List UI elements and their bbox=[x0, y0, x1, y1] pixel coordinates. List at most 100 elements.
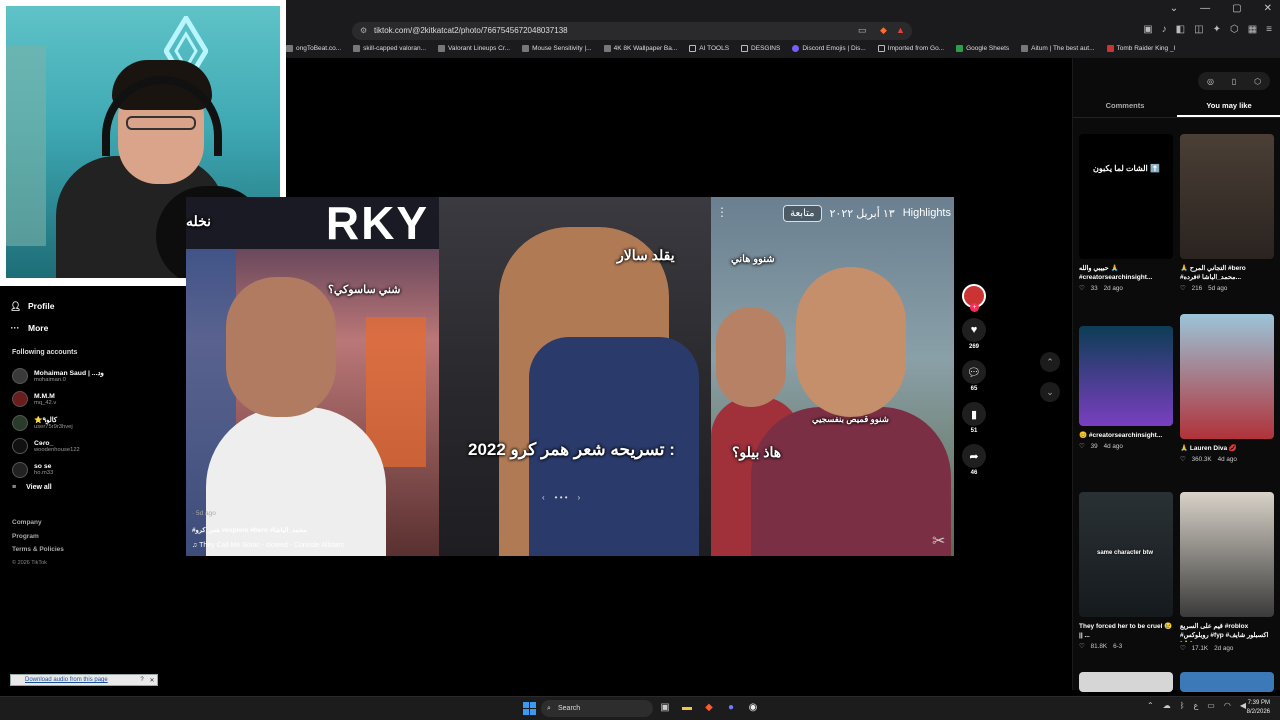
footer-terms-link[interactable]: Terms & Policies bbox=[12, 543, 64, 557]
nav-more[interactable]: ··· More bbox=[10, 317, 180, 339]
device-icon[interactable]: ▯ bbox=[1232, 77, 1236, 86]
share-button[interactable]: ➦ 46 bbox=[962, 444, 986, 476]
more-options-icon[interactable]: ⋮ bbox=[716, 205, 728, 219]
brave-shield-icon[interactable]: ◆ bbox=[880, 25, 887, 36]
recommended-video[interactable]: 😊 #creatorsearchinsight... ♡ 39 4d ago bbox=[1079, 326, 1173, 450]
extension-icon[interactable]: ▣ bbox=[1143, 24, 1152, 35]
following-account[interactable]: ⭐ﻛﺎﻟﻮ٩ user75r9r3hvej bbox=[12, 411, 172, 435]
next-post-button[interactable]: ⌄ bbox=[1040, 382, 1060, 402]
display-icon[interactable]: ▭ bbox=[1207, 701, 1215, 710]
avatar bbox=[12, 391, 28, 408]
cast-icon[interactable]: ▭ bbox=[858, 25, 867, 36]
post-hashtags[interactable]: #همر_كرو #explore #bero #محمد_الباشا bbox=[192, 526, 307, 534]
bookmark-item[interactable]: Aitum | The best aut... bbox=[1021, 44, 1095, 52]
bookmark-item[interactable]: Imported from Go... bbox=[877, 44, 944, 52]
music-icon[interactable]: ♪ bbox=[1162, 24, 1167, 35]
recommended-video[interactable] bbox=[1079, 672, 1173, 692]
save-button[interactable]: ▮ 51 bbox=[962, 402, 986, 434]
sidebar-icon[interactable]: ◧ bbox=[1176, 24, 1185, 35]
discord-icon[interactable]: ● bbox=[724, 700, 738, 716]
footer-company-link[interactable]: Company bbox=[12, 516, 64, 530]
follow-plus-icon[interactable]: + bbox=[970, 303, 979, 312]
bookmark-item[interactable]: skill-capped valoran... bbox=[353, 44, 426, 52]
chevron-down-icon[interactable]: ⌄ bbox=[1170, 3, 1178, 14]
heart-icon: ♡ bbox=[1079, 285, 1085, 292]
address-bar: ▯ ⚙ tiktok.com/@2kitkatcat2/photo/766754… bbox=[300, 22, 1280, 40]
account-handle: woodenhouse122 bbox=[34, 446, 80, 453]
window-controls: ⌄ — ▢ ✕ bbox=[1170, 3, 1272, 14]
bookmark-item[interactable]: 4K 8K Wallpaper Ba... bbox=[603, 44, 677, 52]
recommended-video[interactable]: قيم على السريع #roblox #روبلوكس #fyp #اك… bbox=[1180, 492, 1274, 652]
settings-icon[interactable]: ◎ bbox=[1207, 77, 1214, 86]
split-icon[interactable]: ◫ bbox=[1194, 24, 1203, 35]
close-icon[interactable]: ✕ bbox=[147, 677, 157, 684]
like-count: 269 bbox=[968, 344, 979, 350]
tab-comments[interactable]: Comments bbox=[1073, 96, 1177, 117]
bookmark-item[interactable]: AI TOOLS bbox=[689, 44, 729, 52]
nav-profile[interactable]: 👤︎ Profile bbox=[10, 295, 180, 317]
taskbar-search[interactable]: ⌕ Search bbox=[541, 700, 653, 717]
following-account[interactable]: M.M.M mq_42.v bbox=[12, 388, 172, 412]
bluetooth-icon[interactable]: ᛒ bbox=[1180, 701, 1185, 710]
network-icon[interactable]: ◠ bbox=[1224, 701, 1231, 710]
video-meta: ♡ 33 2d ago bbox=[1079, 285, 1173, 292]
post-sound[interactable]: ♫ They Call Me Sonic - slowed - Console … bbox=[192, 542, 344, 549]
taskbar-clock[interactable]: 7:39 PM 8/2/2026 bbox=[1247, 699, 1270, 717]
download-audio-link[interactable]: Download audio from this page bbox=[11, 677, 137, 683]
bookmark-item[interactable]: DESGINS bbox=[741, 44, 780, 52]
photo-panel-3: Highlights ١٣ أبريل ٢٠٢٢ متابعة bbox=[711, 197, 954, 556]
task-view-icon[interactable]: ▣ bbox=[658, 700, 672, 716]
cloud-icon[interactable]: ☁ bbox=[1163, 701, 1171, 710]
chevron-up-icon[interactable]: ⌃ bbox=[1147, 701, 1154, 710]
file-explorer-icon[interactable]: ▬ bbox=[680, 700, 694, 716]
minimize-button[interactable]: — bbox=[1200, 3, 1210, 14]
help-button[interactable]: ? bbox=[137, 677, 147, 683]
comment-button[interactable]: 💬︎ 65 bbox=[962, 360, 986, 392]
background-shelf bbox=[6, 46, 46, 246]
bookmark-item[interactable]: ongToBeat.co... bbox=[286, 44, 342, 52]
bookmark-item[interactable]: Mouse Sensitivity |... bbox=[522, 44, 592, 52]
recommended-video[interactable]: 🙏 التجاني المرح #bero #محمد_الباشا #فرده… bbox=[1180, 134, 1274, 292]
footer-program-link[interactable]: Program bbox=[12, 530, 64, 544]
maximize-button[interactable]: ▢ bbox=[1232, 3, 1241, 14]
chevron-right-icon[interactable]: › bbox=[578, 493, 581, 502]
highlights-label: Highlights bbox=[902, 207, 951, 219]
photo-post-viewer[interactable]: RKY Highlights ١٣ أبريل ٢٠٢٢ متابعة نخله… bbox=[186, 197, 954, 556]
folder-icon bbox=[877, 44, 885, 52]
like-button[interactable]: ♥ 269 bbox=[962, 318, 986, 350]
brave-rewards-icon[interactable]: ▲ bbox=[896, 25, 905, 35]
site-info-icon[interactable]: ⚙ bbox=[360, 22, 367, 40]
following-account[interactable]: so se ho.m33 bbox=[12, 458, 172, 482]
volume-icon[interactable]: ◀ bbox=[1240, 701, 1246, 710]
bookmark-item[interactable]: Valorant Lineups Cr... bbox=[438, 44, 510, 52]
bookmark-item[interactable]: Google Sheets bbox=[956, 44, 1009, 52]
person-face bbox=[226, 277, 336, 417]
following-account[interactable]: Cɘɾo_ woodenhouse122 bbox=[12, 435, 172, 459]
recommended-video[interactable] bbox=[1180, 672, 1274, 692]
bookmark-label: ongToBeat.co... bbox=[296, 44, 342, 52]
close-button[interactable]: ✕ bbox=[1264, 3, 1272, 14]
menu-icon[interactable]: ≡ bbox=[1266, 24, 1272, 35]
url-input[interactable]: ⚙ tiktok.com/@2kitkatcat2/photo/76675456… bbox=[352, 22, 912, 40]
shield-icon[interactable]: ⬡ bbox=[1254, 77, 1261, 86]
language-icon[interactable]: ع bbox=[1194, 701, 1199, 710]
following-account[interactable]: Mohaiman Saud | ...ود mohaiman.0 bbox=[12, 364, 172, 388]
brave-browser-icon[interactable]: ◆ bbox=[702, 700, 716, 716]
chevron-left-icon[interactable]: ‹ bbox=[542, 493, 545, 502]
bookmark-item[interactable]: Discord Emojis | Dis... bbox=[792, 44, 866, 52]
bookmark-item[interactable]: Tomb Raider King _I bbox=[1106, 44, 1175, 52]
view-all-button[interactable]: ≡ View all bbox=[12, 484, 172, 491]
creator-avatar[interactable]: + bbox=[962, 284, 986, 312]
shield-icon[interactable]: ⬡ bbox=[1230, 24, 1239, 35]
recommended-video[interactable]: 🙏 Lauren Diva 💋 ♡ 360.3K 4d ago bbox=[1180, 314, 1274, 463]
video-age: 4d ago bbox=[1217, 456, 1237, 463]
windows-start-icon[interactable] bbox=[523, 702, 536, 715]
recommended-video[interactable]: same character btw They forced her to be… bbox=[1079, 492, 1173, 650]
favicon-icon bbox=[792, 44, 800, 52]
obs-icon[interactable]: ◉ bbox=[746, 700, 760, 716]
wallet-icon[interactable]: ▦ bbox=[1248, 24, 1257, 35]
puzzle-icon[interactable]: ✦ bbox=[1213, 24, 1221, 35]
recommended-video[interactable]: الشات لما يكبون ⬆️ حبيبي والله 🙏 #creato… bbox=[1079, 134, 1173, 292]
previous-post-button[interactable]: ⌃ bbox=[1040, 352, 1060, 372]
tab-you-may-like[interactable]: You may like bbox=[1177, 96, 1280, 117]
